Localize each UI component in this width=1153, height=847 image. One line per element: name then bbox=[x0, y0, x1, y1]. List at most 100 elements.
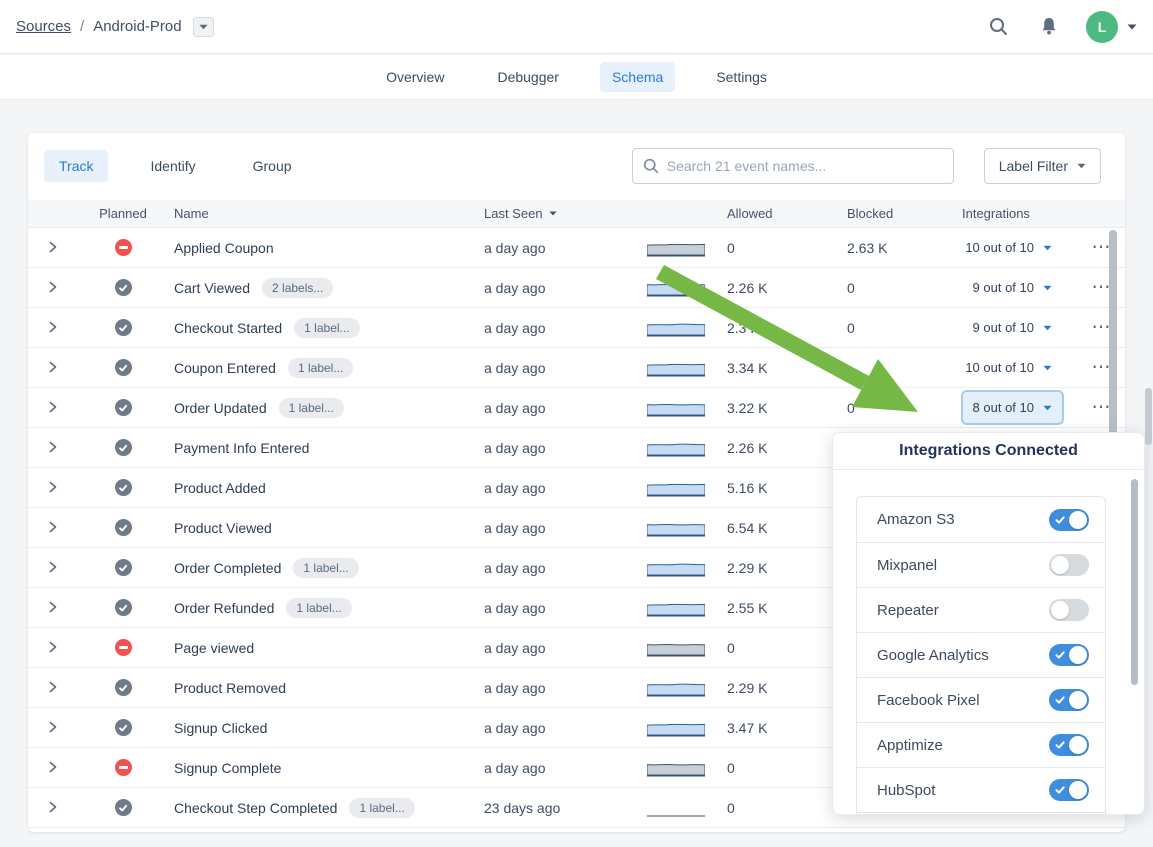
event-name[interactable]: Order Refunded bbox=[174, 600, 274, 616]
toggle-google-analytics[interactable] bbox=[1049, 644, 1089, 666]
toggle-hubspot[interactable] bbox=[1049, 779, 1089, 801]
view-tab-track[interactable]: Track bbox=[44, 150, 108, 182]
toggle-repeater[interactable] bbox=[1049, 599, 1089, 621]
chevron-right-icon[interactable] bbox=[49, 520, 57, 536]
event-name[interactable]: Coupon Entered bbox=[174, 360, 276, 376]
chevron-right-icon[interactable] bbox=[49, 560, 57, 576]
toggle-amazon-s3[interactable] bbox=[1049, 509, 1089, 531]
chevron-right-icon[interactable] bbox=[49, 720, 57, 736]
labels-badge: 1 label... bbox=[294, 318, 359, 338]
integrations-dropdown[interactable]: 9 out of 10 bbox=[961, 310, 1064, 345]
last-seen-value: a day ago bbox=[468, 360, 628, 376]
tab-schema[interactable]: Schema bbox=[600, 62, 675, 92]
sparkline-chart bbox=[647, 599, 705, 617]
source-switcher-button[interactable] bbox=[193, 17, 214, 37]
sparkline-chart bbox=[647, 239, 705, 257]
popover-title: Integrations Connected bbox=[833, 433, 1144, 470]
integration-name: Amazon S3 bbox=[877, 511, 955, 528]
table-row: Applied Coupona day ago02.63 K10 out of … bbox=[28, 228, 1125, 268]
planned-check-icon bbox=[115, 319, 132, 336]
integrations-count: 9 out of 10 bbox=[973, 280, 1034, 295]
avatar[interactable]: L bbox=[1086, 11, 1118, 43]
blocked-value: 0 bbox=[843, 320, 953, 336]
label-filter-button[interactable]: Label Filter bbox=[984, 148, 1101, 184]
chevron-down-icon bbox=[1043, 245, 1052, 251]
breadcrumb-sources-link[interactable]: Sources bbox=[16, 18, 71, 35]
event-name[interactable]: Product Added bbox=[174, 480, 266, 496]
integration-name: HubSpot bbox=[877, 782, 935, 799]
integrations-popover: Integrations Connected Amazon S3Mixpanel… bbox=[832, 432, 1145, 815]
event-name[interactable]: Product Removed bbox=[174, 680, 286, 696]
event-name[interactable]: Checkout Step Completed bbox=[174, 800, 337, 816]
chevron-right-icon[interactable] bbox=[49, 480, 57, 496]
chevron-down-icon bbox=[1043, 285, 1052, 291]
chevron-right-icon[interactable] bbox=[49, 600, 57, 616]
integrations-dropdown[interactable]: 10 out of 10 bbox=[953, 350, 1064, 385]
event-name[interactable]: Payment Info Entered bbox=[174, 440, 309, 456]
integrations-dropdown[interactable]: 10 out of 10 bbox=[953, 230, 1064, 265]
toggle-mixpanel[interactable] bbox=[1049, 554, 1089, 576]
check-icon bbox=[1055, 740, 1065, 750]
event-name[interactable]: Order Updated bbox=[174, 400, 267, 416]
event-name[interactable]: Page viewed bbox=[174, 640, 254, 656]
chevron-right-icon[interactable] bbox=[49, 400, 57, 416]
col-last-seen-sort[interactable]: Last Seen bbox=[468, 206, 628, 221]
toggle-facebook-pixel[interactable] bbox=[1049, 689, 1089, 711]
integrations-dropdown[interactable]: 8 out of 10 bbox=[961, 390, 1064, 425]
view-tab-group[interactable]: Group bbox=[238, 150, 307, 182]
chevron-right-icon[interactable] bbox=[49, 800, 57, 816]
check-icon bbox=[1055, 785, 1065, 795]
tab-settings[interactable]: Settings bbox=[704, 62, 779, 92]
last-seen-value: a day ago bbox=[468, 320, 628, 336]
sparkline-chart bbox=[647, 479, 705, 497]
chevron-right-icon[interactable] bbox=[49, 440, 57, 456]
sparkline-chart bbox=[647, 679, 705, 697]
chevron-down-icon bbox=[1043, 365, 1052, 371]
chevron-right-icon[interactable] bbox=[49, 360, 57, 376]
notifications-bell-icon[interactable] bbox=[1038, 16, 1060, 38]
planned-check-icon bbox=[115, 559, 132, 576]
event-name[interactable]: Cart Viewed bbox=[174, 280, 250, 296]
event-name[interactable]: Product Viewed bbox=[174, 520, 272, 536]
allowed-value: 6.54 K bbox=[723, 520, 843, 536]
minus-icon bbox=[119, 246, 128, 249]
page-scrollbar[interactable] bbox=[1145, 388, 1152, 445]
col-name: Name bbox=[168, 206, 468, 221]
labels-badge: 1 label... bbox=[293, 558, 358, 578]
chevron-right-icon[interactable] bbox=[49, 640, 57, 656]
sparkline-chart bbox=[647, 279, 705, 297]
tab-overview[interactable]: Overview bbox=[374, 62, 456, 92]
last-seen-value: a day ago bbox=[468, 520, 628, 536]
sparkline-chart bbox=[647, 719, 705, 737]
account-menu-caret-icon[interactable] bbox=[1127, 24, 1137, 30]
chevron-right-icon[interactable] bbox=[49, 760, 57, 776]
last-seen-value: a day ago bbox=[468, 760, 628, 776]
labels-badge: 2 labels... bbox=[262, 278, 333, 298]
integrations-dropdown[interactable]: 9 out of 10 bbox=[961, 270, 1064, 305]
search-icon bbox=[643, 158, 659, 174]
chevron-right-icon[interactable] bbox=[49, 280, 57, 296]
allowed-value: 2.29 K bbox=[723, 680, 843, 696]
event-name[interactable]: Applied Coupon bbox=[174, 240, 274, 256]
chevron-right-icon[interactable] bbox=[49, 240, 57, 256]
toggle-apptimize[interactable] bbox=[1049, 734, 1089, 756]
search-input[interactable] bbox=[632, 148, 954, 184]
sparkline-chart bbox=[647, 399, 705, 417]
sparkline-chart bbox=[647, 639, 705, 657]
chevron-right-icon[interactable] bbox=[49, 680, 57, 696]
integration-name: Facebook Pixel bbox=[877, 692, 980, 709]
event-name[interactable]: Checkout Started bbox=[174, 320, 282, 336]
event-name[interactable]: Signup Complete bbox=[174, 760, 281, 776]
chevron-right-icon[interactable] bbox=[49, 320, 57, 336]
tab-debugger[interactable]: Debugger bbox=[485, 62, 571, 92]
event-name[interactable]: Signup Clicked bbox=[174, 720, 267, 736]
breadcrumb-separator: / bbox=[80, 18, 84, 35]
search-icon[interactable] bbox=[987, 16, 1009, 38]
col-planned: Planned bbox=[78, 206, 168, 221]
view-tab-identify[interactable]: Identify bbox=[135, 150, 210, 182]
event-name[interactable]: Order Completed bbox=[174, 560, 281, 576]
popover-scrollbar[interactable] bbox=[1131, 479, 1138, 685]
integrations-count: 10 out of 10 bbox=[965, 240, 1034, 255]
planned-check-icon bbox=[115, 359, 132, 376]
allowed-value: 2.26 K bbox=[723, 440, 843, 456]
